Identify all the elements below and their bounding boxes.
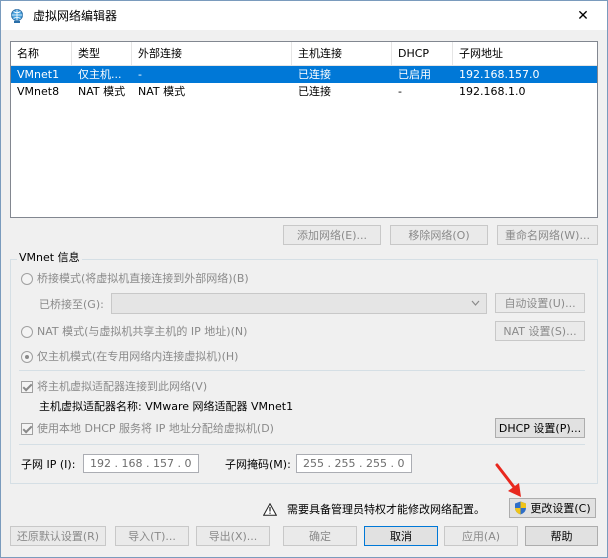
radio-indicator xyxy=(21,273,33,285)
connect-adapter-checkbox[interactable]: 将主机虚拟适配器连接到此网络(V) xyxy=(21,380,207,394)
apply-button[interactable]: 应用(A) xyxy=(444,526,518,546)
title-bar: 虚拟网络编辑器 ✕ xyxy=(1,1,607,30)
remove-network-button[interactable]: 移除网络(O) xyxy=(390,225,488,245)
cell-name: VMnet1 xyxy=(17,68,60,81)
uac-shield-icon xyxy=(515,501,527,515)
bridge-mode-radio[interactable]: 桥接模式(将虚拟机直接连接到外部网络)(B) xyxy=(21,272,249,286)
table-row[interactable]: VMnet8 NAT 模式 NAT 模式 已连接 - 192.168.1.0 xyxy=(11,83,597,100)
cell-name: VMnet8 xyxy=(17,85,60,98)
subnet-mask-label: 子网掩码(M): xyxy=(225,458,291,471)
export-button[interactable]: 导出(X)... xyxy=(196,526,270,546)
column-header-type[interactable]: 类型 xyxy=(72,42,132,65)
close-icon: ✕ xyxy=(577,7,589,24)
cell-type: NAT 模式 xyxy=(78,85,126,98)
bridge-mode-label: 桥接模式(将虚拟机直接连接到外部网络)(B) xyxy=(37,272,249,285)
subnet-ip-field[interactable]: 192 . 168 . 157 . 0 xyxy=(83,454,199,473)
use-dhcp-checkbox[interactable]: 使用本地 DHCP 服务将 IP 地址分配给虚拟机(D) xyxy=(21,422,274,436)
network-table[interactable]: 名称 类型 外部连接 主机连接 DHCP 子网地址 VMnet1 仅主机... … xyxy=(10,41,598,218)
column-header-external[interactable]: 外部连接 xyxy=(132,42,292,65)
close-button[interactable]: ✕ xyxy=(561,1,605,30)
column-header-name[interactable]: 名称 xyxy=(11,42,72,65)
auto-settings-button[interactable]: 自动设置(U)... xyxy=(495,293,585,313)
cell-external: - xyxy=(138,68,142,81)
vmnet-info-title: VMnet 信息 xyxy=(17,250,82,266)
add-network-button[interactable]: 添加网络(E)... xyxy=(283,225,381,245)
radio-indicator xyxy=(21,326,33,338)
nat-mode-label: NAT 模式(与虚拟机共享主机的 IP 地址)(N) xyxy=(37,325,248,338)
cell-subnet: 192.168.1.0 xyxy=(459,85,526,98)
bridged-to-label: 已桥接至(G): xyxy=(39,298,104,311)
checkbox-indicator xyxy=(21,423,33,435)
subnet-ip-label: 子网 IP (I): xyxy=(21,458,76,471)
virtual-network-editor-window: 虚拟网络编辑器 ✕ 名称 类型 外部连接 主机连接 DHCP 子网地址 VMne… xyxy=(0,0,608,558)
column-header-dhcp[interactable]: DHCP xyxy=(392,42,453,65)
cell-type: 仅主机... xyxy=(78,68,122,81)
table-header: 名称 类型 外部连接 主机连接 DHCP 子网地址 xyxy=(11,42,597,66)
table-row[interactable]: VMnet1 仅主机... - 已连接 已启用 192.168.157.0 xyxy=(11,66,597,83)
ok-button[interactable]: 确定 xyxy=(283,526,357,546)
import-button[interactable]: 导入(T)... xyxy=(115,526,189,546)
admin-warning: 需要具备管理员特权才能修改网络配置。 xyxy=(263,501,485,517)
separator xyxy=(19,444,585,445)
dhcp-settings-button[interactable]: DHCP 设置(P)... xyxy=(495,418,585,438)
cancel-button[interactable]: 取消 xyxy=(364,526,438,546)
rename-network-button[interactable]: 重命名网络(W)... xyxy=(497,225,598,245)
window-title: 虚拟网络编辑器 xyxy=(33,9,118,23)
restore-defaults-button[interactable]: 还原默认设置(R) xyxy=(10,526,106,546)
admin-warning-text: 需要具备管理员特权才能修改网络配置。 xyxy=(287,503,485,516)
chevron-down-icon xyxy=(471,300,480,306)
separator xyxy=(19,370,585,371)
change-settings-button[interactable]: 更改设置(C) xyxy=(509,498,596,518)
checkbox-indicator xyxy=(21,381,33,393)
network-globe-icon xyxy=(11,8,23,23)
cell-external: NAT 模式 xyxy=(138,85,186,98)
cell-host: 已连接 xyxy=(298,85,331,98)
change-settings-label: 更改设置(C) xyxy=(530,502,591,515)
warning-icon xyxy=(263,502,277,516)
use-dhcp-label: 使用本地 DHCP 服务将 IP 地址分配给虚拟机(D) xyxy=(37,422,274,435)
help-button[interactable]: 帮助 xyxy=(525,526,598,546)
column-header-host[interactable]: 主机连接 xyxy=(292,42,392,65)
cell-subnet: 192.168.157.0 xyxy=(459,68,540,81)
host-only-label: 仅主机模式(在专用网络内连接虚拟机)(H) xyxy=(37,350,239,363)
nat-settings-button[interactable]: NAT 设置(S)... xyxy=(495,321,585,341)
host-only-radio[interactable]: 仅主机模式(在专用网络内连接虚拟机)(H) xyxy=(21,350,238,364)
cell-dhcp: 已启用 xyxy=(398,68,431,81)
cell-host: 已连接 xyxy=(298,68,331,81)
radio-indicator xyxy=(21,351,33,363)
connect-adapter-label: 将主机虚拟适配器连接到此网络(V) xyxy=(37,380,208,393)
cell-dhcp: - xyxy=(398,85,402,98)
nat-mode-radio[interactable]: NAT 模式(与虚拟机共享主机的 IP 地址)(N) xyxy=(21,325,247,339)
column-header-subnet[interactable]: 子网地址 xyxy=(453,42,597,65)
subnet-mask-field[interactable]: 255 . 255 . 255 . 0 xyxy=(296,454,412,473)
bridged-to-select[interactable] xyxy=(111,293,487,314)
adapter-name-label: 主机虚拟适配器名称: VMware 网络适配器 VMnet1 xyxy=(39,400,294,413)
